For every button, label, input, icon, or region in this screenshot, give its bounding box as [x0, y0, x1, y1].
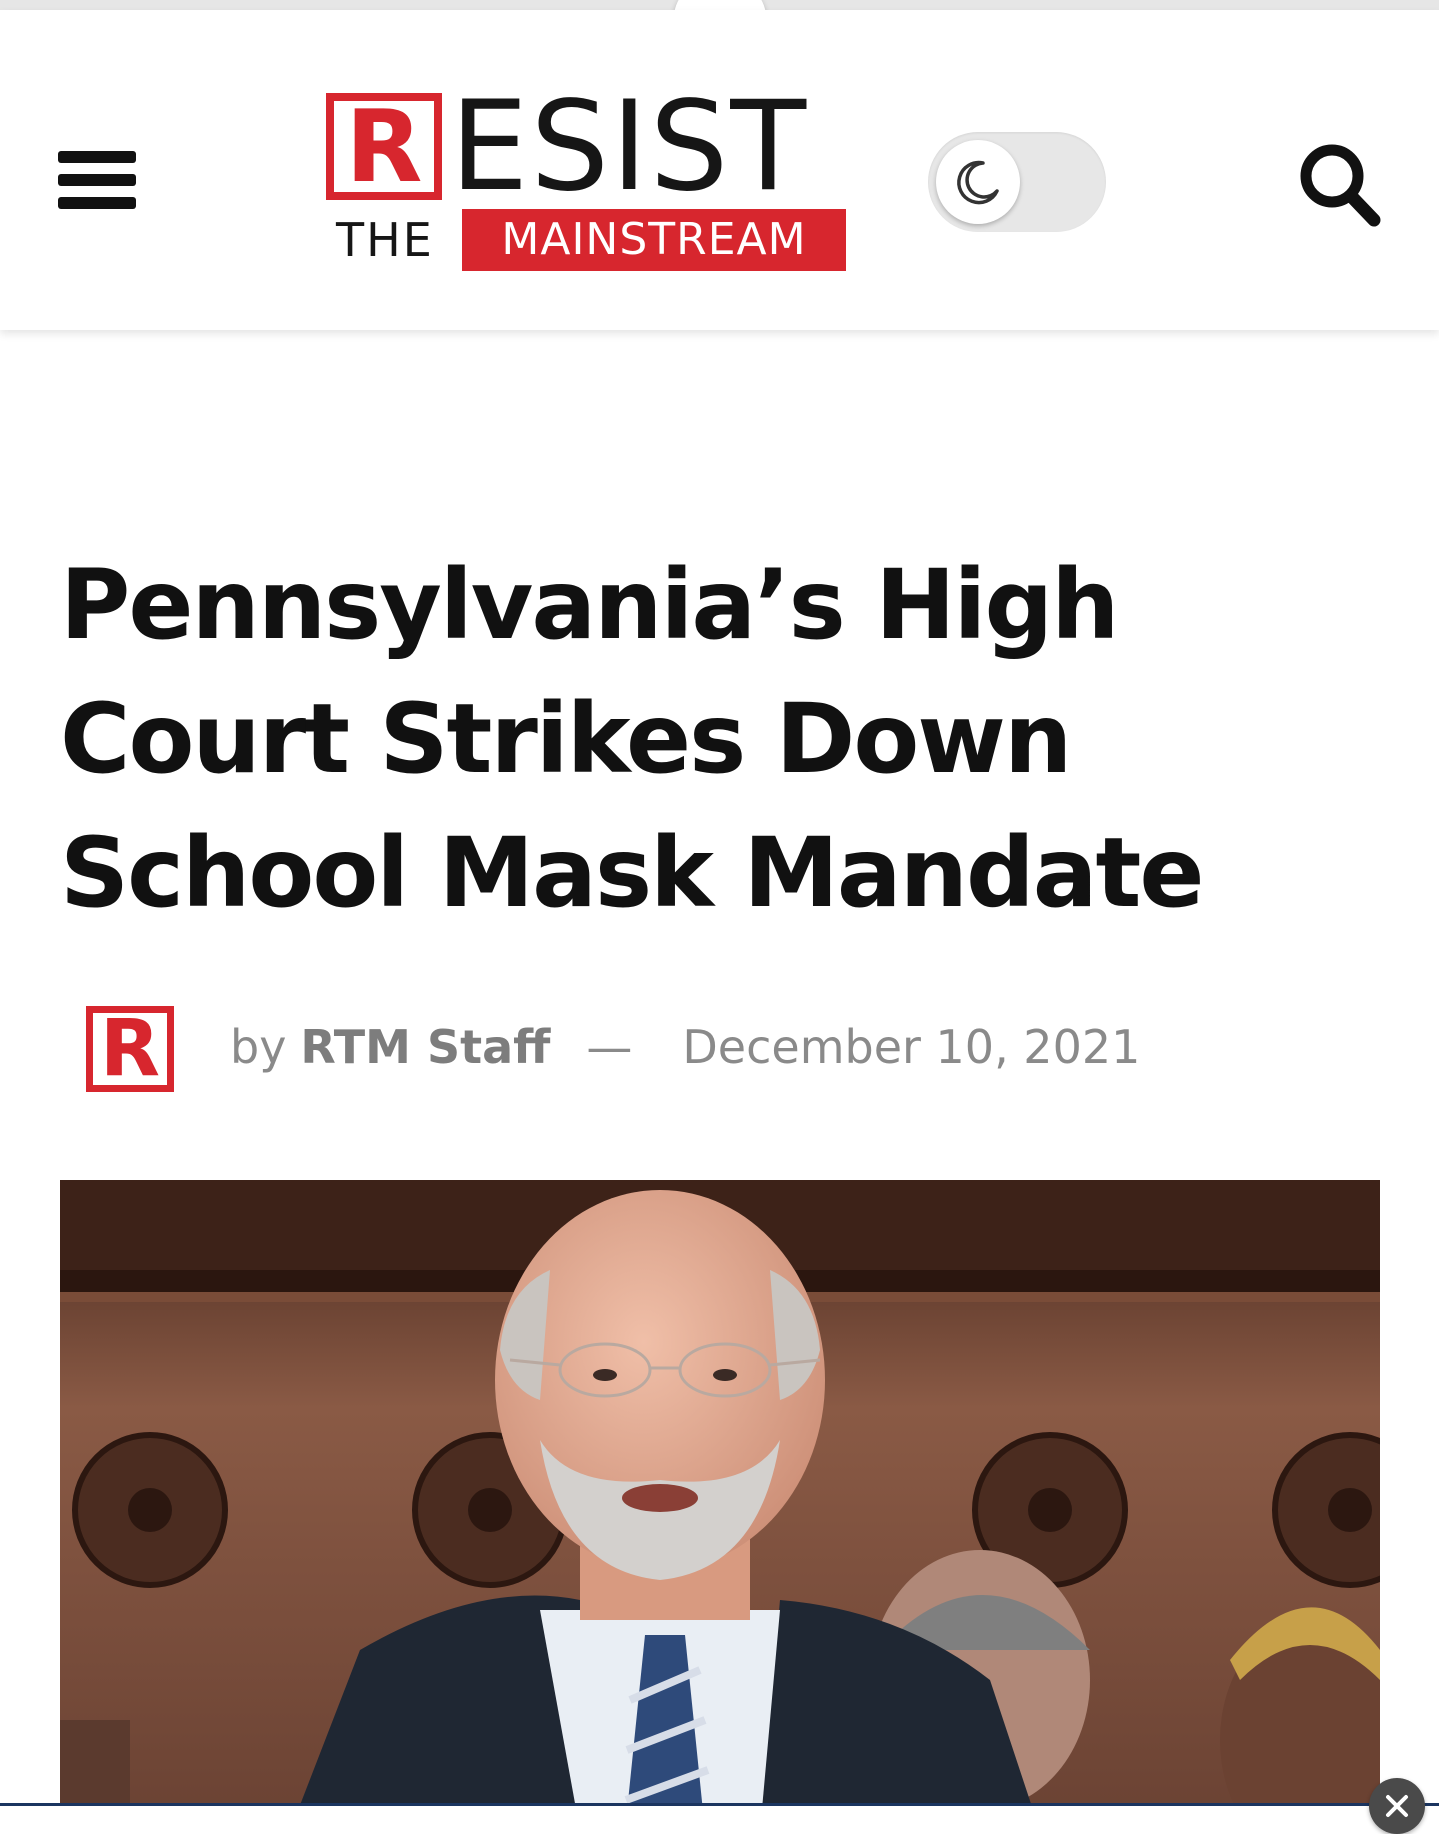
publish-date: December 10, 2021: [682, 1020, 1141, 1074]
logo-r-box: R: [326, 93, 442, 200]
byline-prefix: by: [230, 1020, 287, 1074]
article-byline: by RTM Staff — December 10, 2021: [230, 1012, 1140, 1082]
featured-image: [60, 1180, 1380, 1831]
logo-mainstream-text: MAINSTREAM: [462, 209, 846, 271]
site-logo[interactable]: R ESIST THE MAINSTREAM: [326, 77, 846, 273]
toggle-knob: [936, 140, 1020, 224]
author-avatar-letter: R: [93, 1010, 167, 1088]
author-avatar[interactable]: R: [86, 1006, 174, 1092]
bottom-ad-bar: [0, 1803, 1439, 1831]
logo-r-letter: R: [334, 97, 434, 197]
article-title: Pennsylvania’s High Court Strikes Down S…: [60, 549, 1205, 929]
menu-button[interactable]: [58, 140, 136, 220]
byline-separator: —: [586, 1020, 633, 1074]
logo-the-text: THE: [336, 213, 434, 267]
hamburger-menu-icon: [58, 151, 136, 163]
close-x-icon: [1386, 1795, 1408, 1817]
close-overlay-button[interactable]: [1369, 1778, 1425, 1834]
hamburger-menu-icon-bar: [58, 174, 136, 186]
moon-icon: [957, 160, 999, 205]
dark-mode-toggle[interactable]: [928, 132, 1106, 232]
search-button[interactable]: [1296, 140, 1382, 230]
logo-esist-text: ESIST: [450, 75, 809, 219]
search-icon: [1300, 144, 1381, 227]
author-link[interactable]: RTM Staff: [300, 1020, 550, 1074]
site-header: R ESIST THE MAINSTREAM: [0, 10, 1439, 330]
featured-photo: [60, 1180, 1380, 1831]
hamburger-menu-icon-bar: [58, 197, 136, 209]
